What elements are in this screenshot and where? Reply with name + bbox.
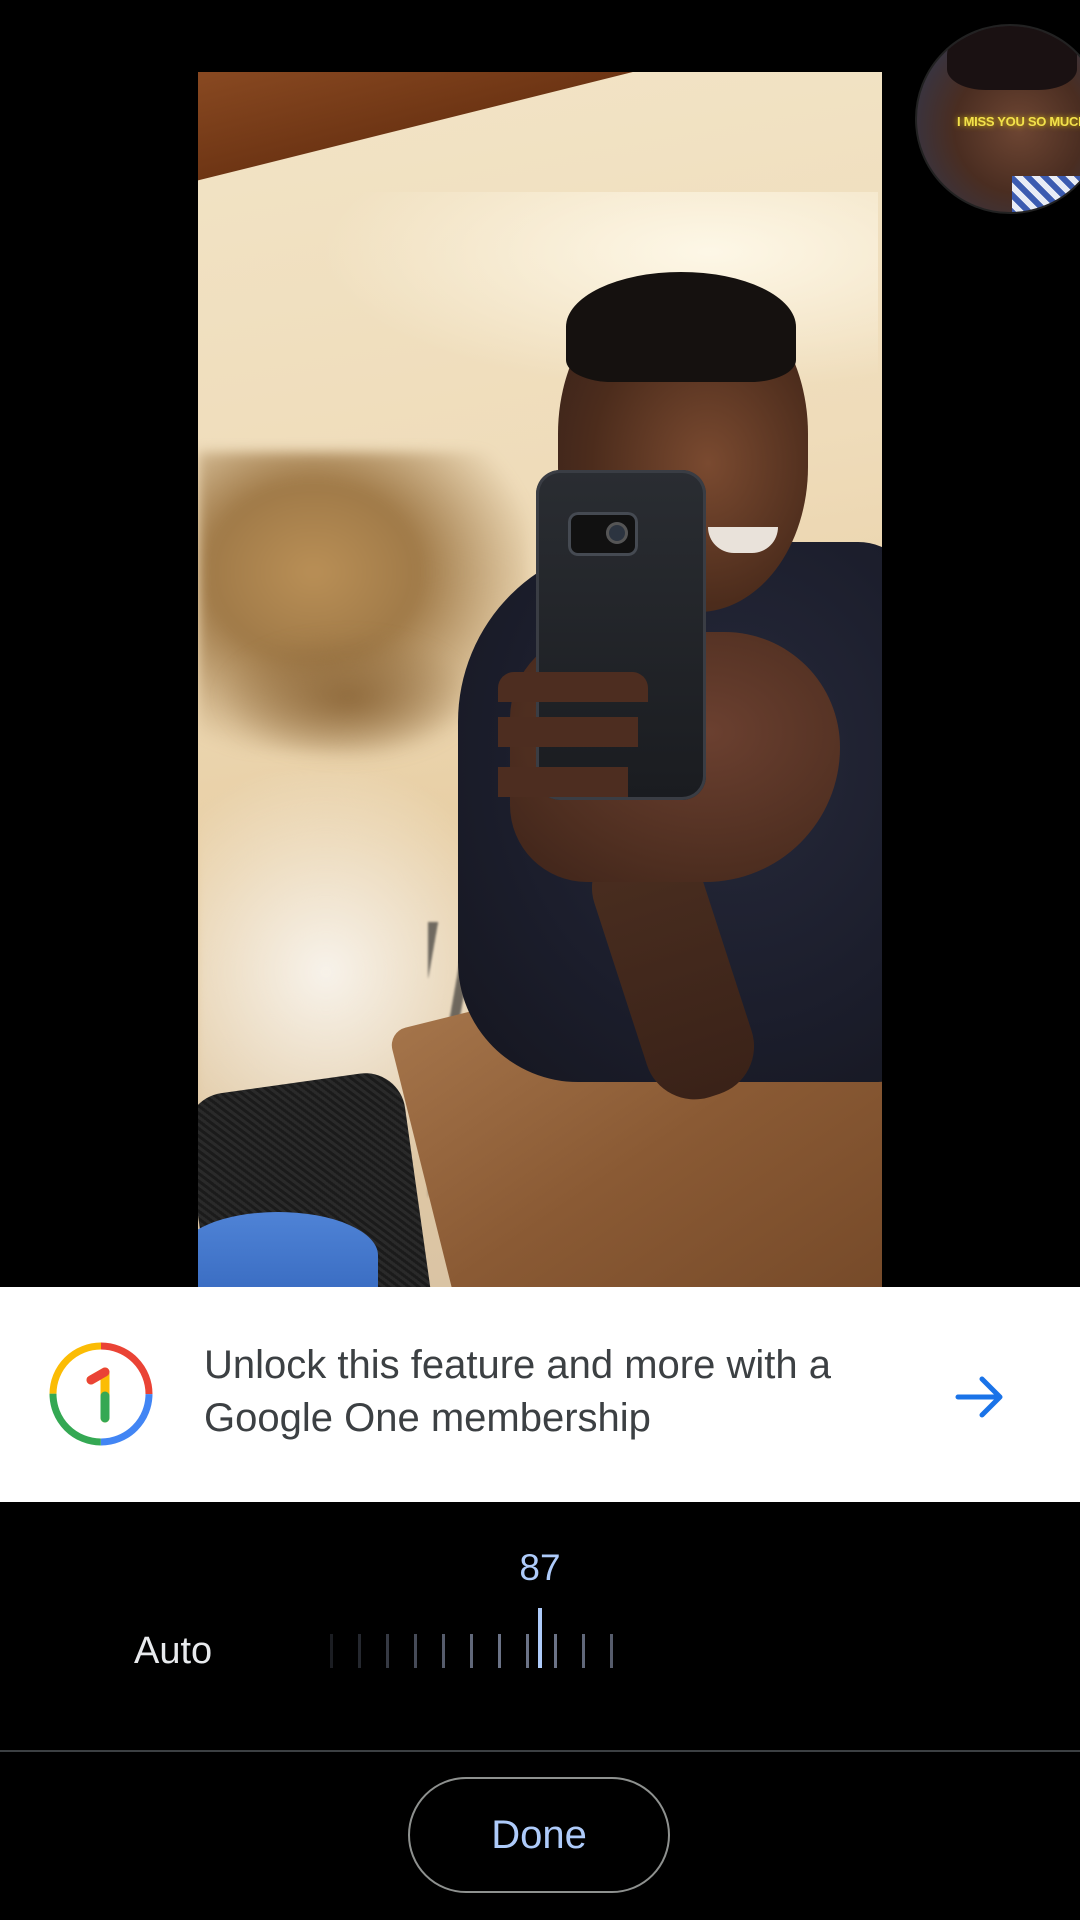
slider-tick bbox=[442, 1634, 445, 1668]
photo-hair bbox=[566, 272, 796, 382]
slider-tick bbox=[470, 1634, 473, 1668]
done-button[interactable]: Done bbox=[408, 1777, 670, 1893]
slider-tick bbox=[554, 1634, 557, 1668]
slider-tick bbox=[386, 1634, 389, 1668]
slider-tick bbox=[610, 1634, 613, 1668]
google-one-upsell-banner[interactable]: Unlock this feature and more with a Goog… bbox=[0, 1287, 1080, 1502]
slider-tick bbox=[414, 1634, 417, 1668]
adjust-slider[interactable] bbox=[330, 1600, 630, 1680]
avatar-shirt bbox=[1012, 176, 1080, 212]
photo-phone-camera bbox=[568, 512, 638, 556]
slider-tick bbox=[526, 1634, 529, 1668]
slider-tick bbox=[498, 1634, 501, 1668]
photo-editor-screen: I MISS YOU SO MUCH Unlock this feature a… bbox=[0, 0, 1080, 1920]
slider-thumb[interactable] bbox=[538, 1608, 542, 1668]
adjust-value: 87 bbox=[519, 1547, 561, 1588]
slider-tick bbox=[358, 1634, 361, 1668]
auto-label: Auto bbox=[134, 1630, 213, 1672]
slider-tick bbox=[582, 1634, 585, 1668]
avatar-hair bbox=[947, 26, 1077, 90]
photo-ceiling-beam bbox=[198, 72, 864, 189]
arrow-right-icon bbox=[955, 1376, 1003, 1418]
photo-fingers bbox=[498, 672, 648, 822]
photo-shelf-lower bbox=[218, 632, 478, 762]
upsell-message: Unlock this feature and more with a Goog… bbox=[204, 1343, 831, 1440]
slider-tick bbox=[330, 1634, 333, 1668]
google-one-logo-icon bbox=[49, 1342, 153, 1446]
photo-preview bbox=[198, 72, 882, 1287]
floating-avatar-bubble[interactable]: I MISS YOU SO MUCH bbox=[915, 24, 1080, 214]
upsell-arrow-button[interactable] bbox=[945, 1362, 1015, 1432]
avatar-caption: I MISS YOU SO MUCH bbox=[957, 114, 1080, 129]
bottom-divider bbox=[0, 1750, 1080, 1752]
